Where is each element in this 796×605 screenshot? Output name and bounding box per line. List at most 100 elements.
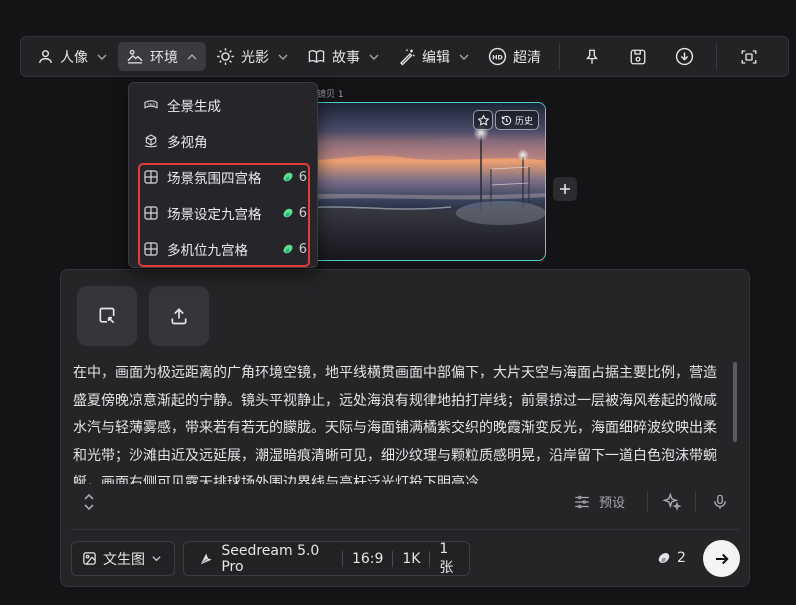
model-select[interactable]: Seedream 5.0 Pro bbox=[190, 543, 342, 575]
history-button[interactable]: 历史 bbox=[494, 110, 539, 130]
grid-icon bbox=[144, 206, 158, 220]
credit-cost: 6 bbox=[282, 206, 307, 221]
environment-dropdown-menu: 360 全景生成 多视角 场景氛围四宫格 6 场景设定九宫格 6 多机位九宫格 … bbox=[128, 82, 318, 268]
generated-image-card[interactable]: 历史 bbox=[300, 102, 546, 261]
tool-lighting-button[interactable]: 光影 bbox=[208, 42, 297, 71]
preset-label: 预设 bbox=[599, 496, 626, 511]
menu-item-multi-view[interactable]: 多视角 bbox=[129, 123, 317, 159]
magic-wand-icon bbox=[400, 49, 415, 65]
menu-item-label: 全景生成 bbox=[167, 99, 221, 115]
ai-optimize-button[interactable] bbox=[662, 492, 682, 516]
menu-item-multi-camera-9grid[interactable]: 多机位九宫格 6 bbox=[129, 231, 317, 267]
add-image-button[interactable] bbox=[553, 177, 577, 201]
landscape-icon bbox=[127, 49, 143, 64]
image-count-select[interactable]: 1张 bbox=[430, 541, 469, 577]
menu-item-label: 场景设定九宫格 bbox=[167, 207, 262, 223]
image-count-label: 1张 bbox=[439, 540, 454, 576]
top-toolbar: 人像 环境 光影 故事 编辑 HD 超清 bbox=[20, 36, 789, 77]
model-logo-icon bbox=[200, 553, 212, 564]
chevron-down-icon bbox=[278, 54, 288, 60]
panorama-icon: 360 bbox=[144, 100, 158, 109]
preset-button[interactable]: 预设 bbox=[573, 492, 625, 511]
save-button[interactable] bbox=[620, 42, 656, 71]
credit-cost-indicator: 2 bbox=[657, 550, 686, 566]
mode-select[interactable]: 文生图 bbox=[71, 541, 175, 576]
credit-cost-value: 6 bbox=[298, 169, 307, 185]
prompt-textarea[interactable]: 在中，画面为极远距离的广角环境空镜，地平线横贯画面中部偏下，大片天空与海面占据主… bbox=[73, 360, 723, 484]
sparkle-icon bbox=[662, 492, 682, 511]
panel-divider bbox=[71, 529, 739, 530]
toolbar-divider bbox=[559, 43, 560, 70]
tool-story-button[interactable]: 故事 bbox=[299, 42, 388, 71]
menu-item-label: 多机位九宫格 bbox=[167, 243, 248, 259]
expand-button[interactable] bbox=[81, 492, 97, 516]
mode-label: 文生图 bbox=[103, 551, 145, 568]
model-label: Seedream 5.0 Pro bbox=[221, 542, 320, 575]
microphone-icon bbox=[714, 494, 726, 509]
plus-icon bbox=[560, 184, 570, 194]
tool-environment-button[interactable]: 环境 bbox=[118, 42, 206, 71]
sliders-icon bbox=[575, 495, 589, 508]
credit-bean-icon bbox=[283, 244, 293, 254]
tool-portrait-label: 人像 bbox=[60, 49, 88, 66]
save-icon bbox=[630, 49, 646, 64]
download-button[interactable] bbox=[666, 42, 702, 71]
menu-item-label: 场景氛围四宫格 bbox=[167, 171, 262, 187]
reference-image-button[interactable] bbox=[77, 286, 137, 346]
menu-item-scene-mood-4grid[interactable]: 场景氛围四宫格 6 bbox=[129, 159, 317, 195]
crop-button[interactable] bbox=[731, 42, 767, 71]
page-label: 镜贝 1 bbox=[317, 90, 344, 100]
tool-edit-button[interactable]: 编辑 bbox=[390, 42, 478, 71]
tool-hd-button[interactable]: HD 超清 bbox=[480, 42, 549, 71]
pin-button[interactable] bbox=[574, 42, 610, 71]
history-icon bbox=[501, 115, 512, 125]
aspect-ratio-label: 16:9 bbox=[351, 550, 384, 567]
menu-item-label: 多视角 bbox=[167, 135, 208, 151]
credit-cost: 6 bbox=[282, 242, 307, 257]
prompt-scrollbar[interactable] bbox=[733, 362, 737, 442]
tool-environment-label: 环境 bbox=[150, 49, 178, 66]
credit-cost-value: 6 bbox=[298, 205, 307, 221]
credit-value: 2 bbox=[677, 550, 686, 566]
star-icon bbox=[477, 113, 489, 126]
credit-cost-value: 6 bbox=[298, 241, 307, 257]
credit-bean-icon bbox=[283, 172, 293, 182]
voice-input-button[interactable] bbox=[711, 492, 729, 516]
upload-icon bbox=[171, 308, 187, 325]
grid-icon bbox=[144, 242, 158, 256]
credit-cost: 6 bbox=[282, 170, 307, 185]
book-icon bbox=[308, 50, 325, 63]
sun-icon bbox=[217, 48, 234, 65]
generate-button[interactable] bbox=[703, 540, 740, 577]
divider bbox=[695, 492, 696, 512]
menu-item-panorama[interactable]: 360 全景生成 bbox=[129, 87, 317, 123]
tool-story-label: 故事 bbox=[332, 49, 360, 66]
tool-portrait-button[interactable]: 人像 bbox=[29, 42, 116, 71]
resolution-select[interactable]: 1K bbox=[393, 551, 429, 567]
aspect-ratio-select[interactable]: 16:9 bbox=[343, 551, 392, 567]
grid-icon bbox=[144, 170, 158, 184]
favorite-button[interactable] bbox=[473, 110, 493, 130]
chevron-down-icon bbox=[97, 54, 107, 60]
menu-item-scene-setting-9grid[interactable]: 场景设定九宫格 6 bbox=[129, 195, 317, 231]
chevron-down-icon bbox=[369, 54, 379, 60]
image-icon bbox=[83, 552, 96, 565]
expand-icon bbox=[84, 493, 94, 511]
chevron-up-icon bbox=[187, 53, 197, 59]
divider bbox=[647, 492, 648, 512]
tool-hd-label: 超清 bbox=[513, 49, 541, 66]
chevron-down-icon bbox=[459, 54, 469, 60]
resolution-label: 1K bbox=[402, 550, 421, 567]
credit-bean-icon bbox=[658, 553, 670, 563]
pin-icon bbox=[586, 49, 598, 64]
tool-edit-label: 编辑 bbox=[422, 49, 450, 66]
upload-button[interactable] bbox=[149, 286, 209, 346]
hd-icon: HD bbox=[488, 47, 507, 66]
arrow-right-icon bbox=[715, 553, 729, 564]
credit-bean-icon bbox=[283, 208, 293, 218]
model-settings-pill[interactable]: Seedream 5.0 Pro 16:9 1K 1张 bbox=[183, 541, 470, 576]
svg-text:HD: HD bbox=[492, 54, 503, 61]
chevron-down-icon bbox=[152, 556, 161, 562]
multi-view-icon bbox=[144, 134, 158, 148]
svg-text:360: 360 bbox=[147, 103, 156, 109]
